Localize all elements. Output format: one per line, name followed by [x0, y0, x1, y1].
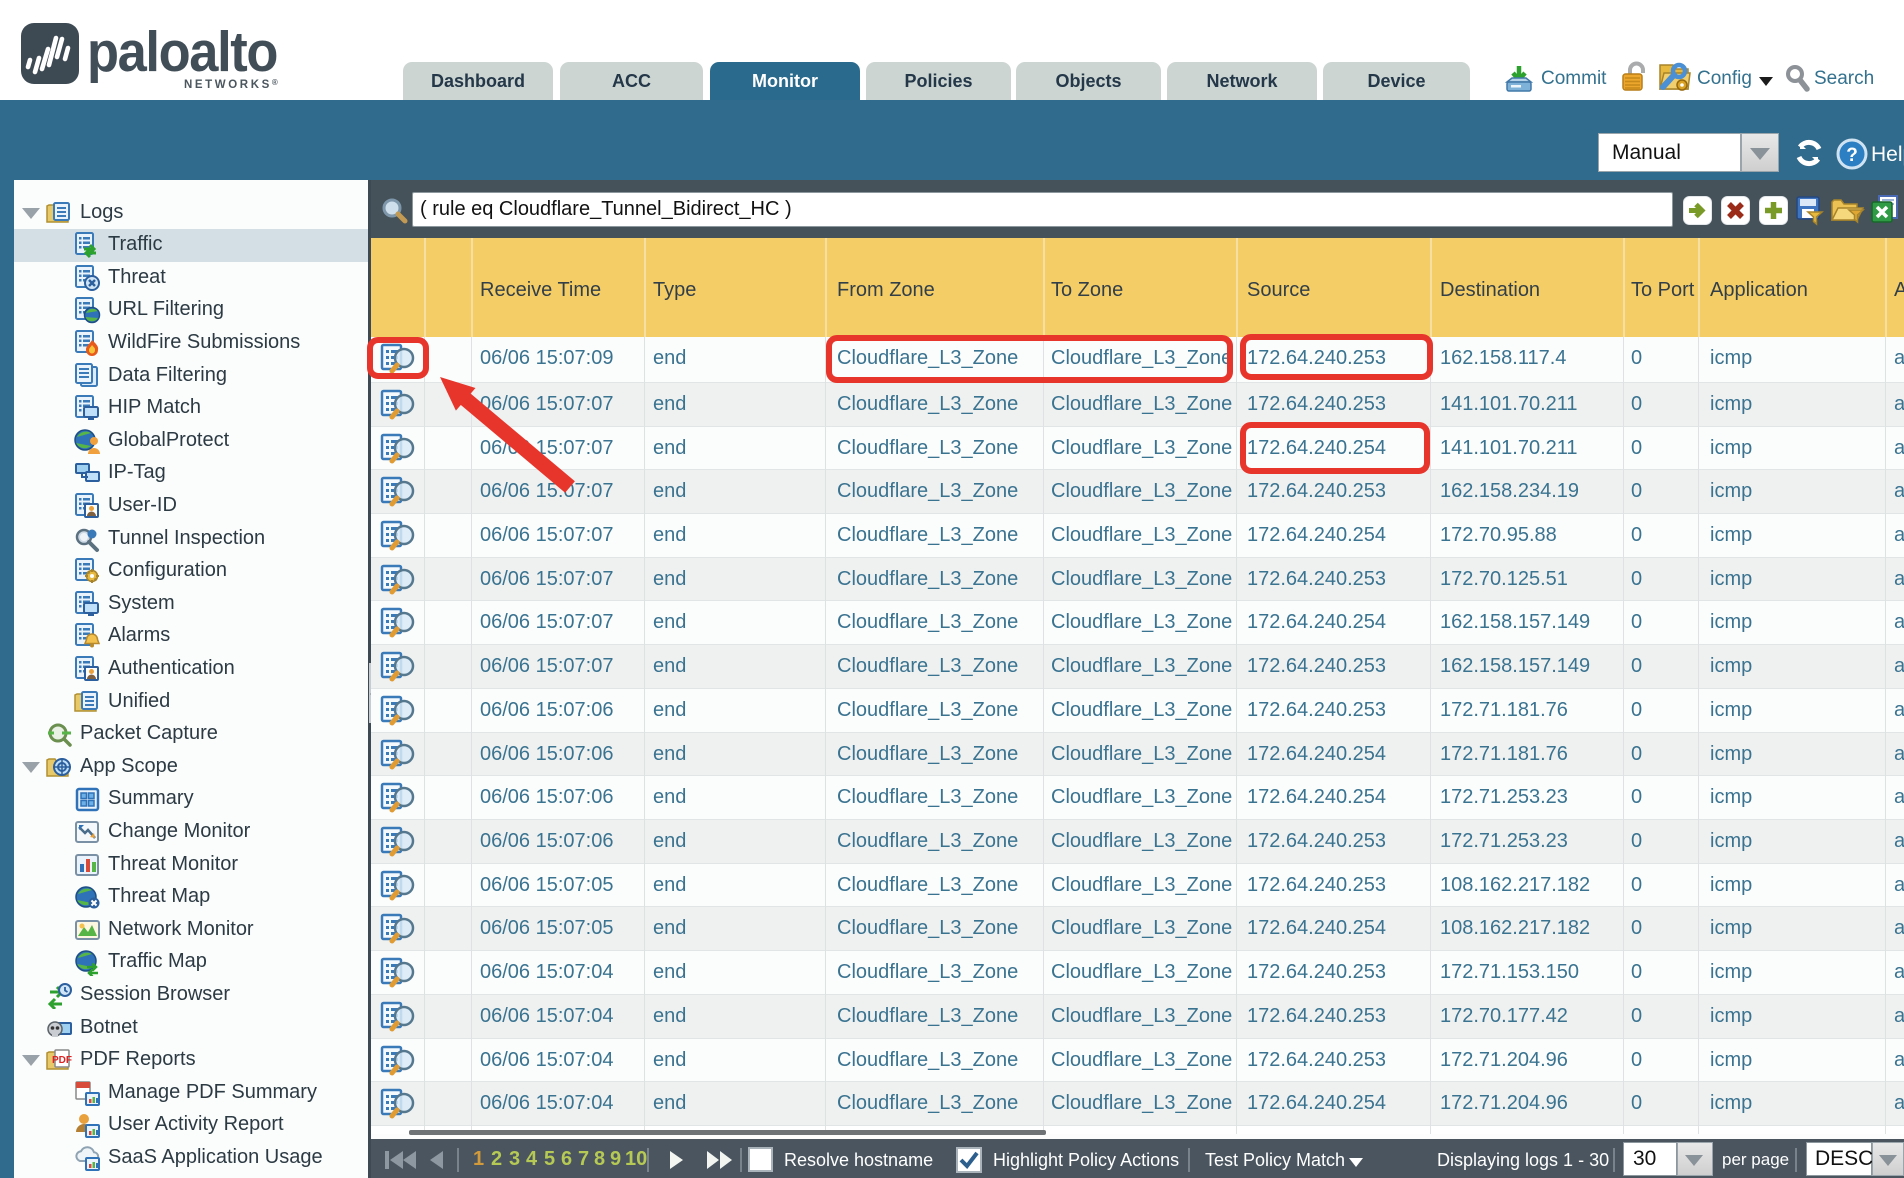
svg-text:PDF: PDF — [52, 1055, 72, 1066]
svg-text:?: ? — [1846, 145, 1858, 166]
